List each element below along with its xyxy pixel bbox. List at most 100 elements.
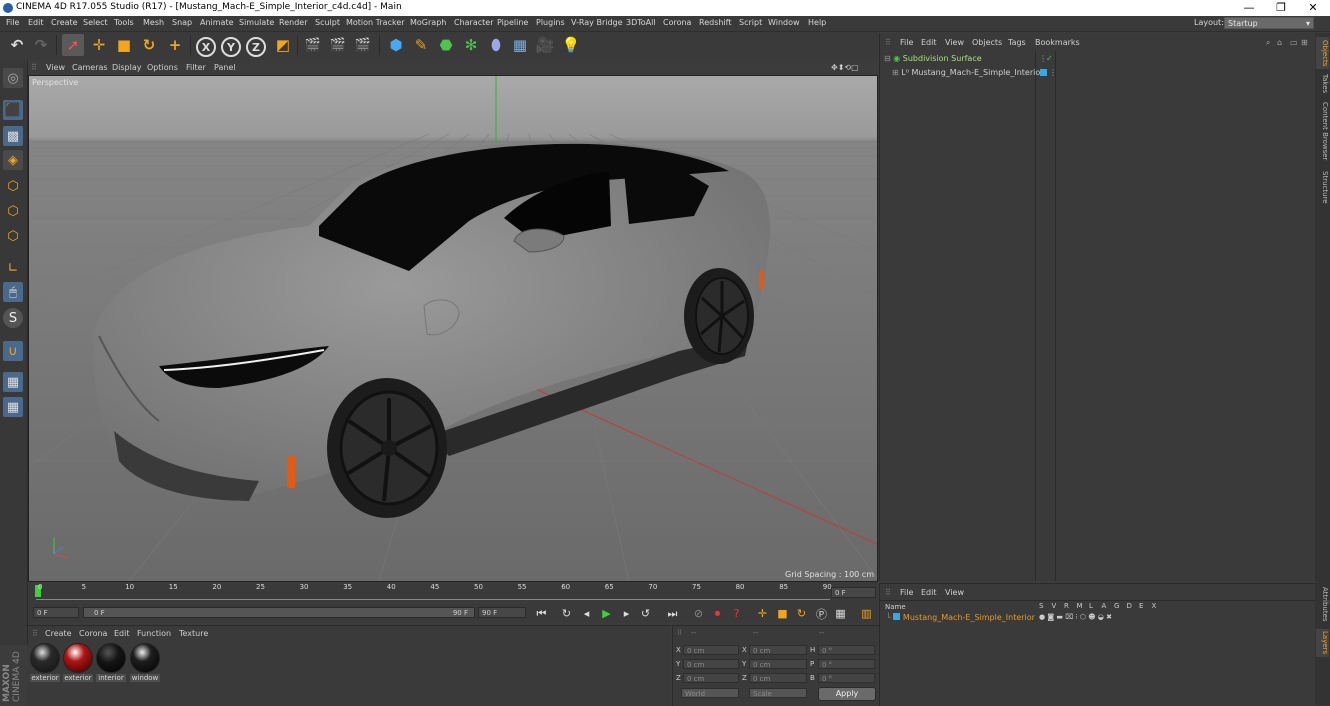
pos-y-field[interactable]: 0 cm: [683, 659, 739, 669]
mat-menu-create[interactable]: Create: [45, 629, 72, 638]
texture-mode-icon[interactable]: ▩: [3, 126, 23, 146]
layer-col-s[interactable]: S: [1039, 602, 1043, 610]
z-axis-icon[interactable]: Z: [246, 37, 266, 57]
tweak-mode-icon[interactable]: 🖱: [3, 282, 23, 302]
subdivision-icon[interactable]: ⬣: [435, 34, 457, 56]
key-scale-icon[interactable]: ■: [775, 606, 790, 621]
layer-col-v[interactable]: V: [1052, 602, 1057, 610]
menu-file[interactable]: File: [6, 18, 19, 27]
layer-flag-icons[interactable]: ● ◙ ▬ ⌧ ⁝ ⬡ ☻ ◒ ✖: [1039, 611, 1112, 624]
redo-icon[interactable]: ↷: [30, 34, 52, 56]
tab-structure[interactable]: Structure: [1316, 167, 1329, 207]
key-move-icon[interactable]: ✛: [755, 606, 770, 621]
obj-menu-objects[interactable]: Objects: [972, 38, 1002, 47]
key-rotate-icon[interactable]: ↻: [794, 606, 809, 621]
pen-icon[interactable]: ✎: [410, 34, 432, 56]
step-forward-icon[interactable]: ▸: [619, 606, 634, 621]
edges-mode-icon[interactable]: ⬡: [3, 201, 23, 221]
coord-mode-select[interactable]: World: [681, 688, 739, 698]
camera-icon[interactable]: 🎥: [534, 34, 556, 56]
layout-select[interactable]: Startup ▾: [1224, 17, 1314, 29]
end-frame-field[interactable]: 90 F: [478, 607, 526, 618]
menu-tools[interactable]: Tools: [114, 18, 134, 27]
layer-col-d[interactable]: D: [1127, 602, 1132, 610]
tab-objects[interactable]: Objects: [1316, 37, 1329, 69]
locked-workplane-icon[interactable]: ▦: [3, 372, 23, 392]
size-z-field[interactable]: 0 cm: [749, 673, 807, 683]
move-icon[interactable]: ✛: [88, 34, 110, 56]
close-icon[interactable]: ✕: [1296, 0, 1330, 16]
viewport-menu-filter[interactable]: Filter: [186, 63, 206, 72]
scale-icon[interactable]: ■: [113, 34, 135, 56]
menu-edit[interactable]: Edit: [28, 18, 44, 27]
perspective-viewport[interactable]: Perspective Grid Spacing : 100 cm: [28, 75, 878, 582]
menu-character[interactable]: Character: [454, 18, 494, 27]
y-axis-icon[interactable]: Y: [221, 37, 241, 57]
rot-b-field[interactable]: 0 °: [818, 673, 875, 683]
tab-content-browser[interactable]: Content Browser: [1316, 99, 1329, 163]
material-item[interactable]: exterior: [63, 643, 93, 682]
menu-redshift[interactable]: Redshift: [699, 18, 731, 27]
menu-mograph[interactable]: MoGraph: [410, 18, 446, 27]
enabled-check-icon[interactable]: ✓: [1046, 52, 1053, 65]
pos-z-field[interactable]: 0 cm: [683, 673, 739, 683]
layer-color-swatch[interactable]: [893, 613, 901, 620]
loop-icon[interactable]: ↻: [559, 606, 574, 621]
visibility-dots-icon[interactable]: ⋮: [1049, 66, 1057, 79]
mat-menu-function[interactable]: Function: [137, 629, 171, 638]
step-back-icon[interactable]: ◂: [579, 606, 594, 621]
floor-icon[interactable]: ▦: [509, 34, 531, 56]
layer-col-e[interactable]: E: [1139, 602, 1143, 610]
layer-menu-view[interactable]: View: [945, 588, 964, 597]
rot-p-field[interactable]: 0 °: [818, 659, 875, 669]
rot-h-field[interactable]: 0 °: [818, 645, 875, 655]
menu-create[interactable]: Create: [51, 18, 78, 27]
world-coord-icon[interactable]: ◩: [272, 34, 294, 56]
menu-plugins[interactable]: Plugins: [536, 18, 565, 27]
viewport-menu-display[interactable]: Display: [112, 63, 142, 72]
menu-snap[interactable]: Snap: [172, 18, 192, 27]
size-mode-select[interactable]: Scale: [749, 688, 807, 698]
snap-icon[interactable]: ∪: [3, 341, 23, 361]
deformer-icon[interactable]: ⬮: [485, 34, 507, 56]
key-pla-icon[interactable]: ▦: [833, 606, 848, 621]
pos-x-field[interactable]: 0 cm: [683, 645, 739, 655]
render-settings-icon[interactable]: 🎬: [352, 34, 374, 56]
axis-mode-icon[interactable]: ∟: [3, 258, 23, 278]
record-icon[interactable]: ⏺: [710, 606, 725, 621]
object-row-mustang[interactable]: ⊞ L⁰ Mustang_Mach-E_Simple_Interior ⋮: [892, 66, 1057, 79]
search-icon[interactable]: ⌕: [1266, 38, 1270, 48]
make-editable-icon[interactable]: ◎: [3, 68, 23, 88]
viewport-menu-cameras[interactable]: Cameras: [72, 63, 108, 72]
material-item[interactable]: interior: [96, 643, 126, 682]
material-item[interactable]: window: [130, 643, 160, 682]
add-icon[interactable]: +: [164, 34, 186, 56]
layer-menu-file[interactable]: File: [900, 588, 913, 597]
size-y-field[interactable]: 0 cm: [749, 659, 807, 669]
menu-help[interactable]: Help: [808, 18, 826, 27]
mat-menu-texture[interactable]: Texture: [179, 629, 208, 638]
layer-col-l[interactable]: L: [1089, 602, 1093, 610]
mat-menu-edit[interactable]: Edit: [114, 629, 130, 638]
array-icon[interactable]: ✻: [460, 34, 482, 56]
layer-col-a[interactable]: A: [1102, 602, 1107, 610]
obj-menu-tags[interactable]: Tags: [1008, 38, 1026, 47]
points-mode-icon[interactable]: ⬡: [3, 176, 23, 196]
menu-animate[interactable]: Animate: [200, 18, 234, 27]
render-picture-viewer-icon[interactable]: 🎬: [327, 34, 349, 56]
solo-icon[interactable]: S: [3, 308, 23, 328]
layer-col-m[interactable]: M: [1077, 602, 1083, 610]
menu-vray-bridge[interactable]: V-Ray Bridge: [571, 18, 623, 27]
expand-icon[interactable]: ⊟: [884, 54, 891, 63]
planar-workplane-icon[interactable]: ▦: [3, 397, 23, 417]
menu-script[interactable]: Script: [739, 18, 762, 27]
mat-menu-corona[interactable]: Corona: [79, 629, 107, 638]
layer-row[interactable]: └ Mustang_Mach-E_Simple_Interior ● ◙ ▬ ⌧…: [886, 611, 1112, 624]
layer-col-x[interactable]: X: [1152, 602, 1157, 610]
undo-icon[interactable]: ↶: [6, 34, 28, 56]
key-param-icon[interactable]: Ⓟ: [814, 606, 829, 621]
restore-icon[interactable]: ❐: [1264, 0, 1298, 16]
minimize-icon[interactable]: —: [1232, 0, 1266, 16]
menu-motion-tracker[interactable]: Motion Tracker: [346, 18, 405, 27]
layer-color-swatch[interactable]: [1040, 69, 1047, 76]
